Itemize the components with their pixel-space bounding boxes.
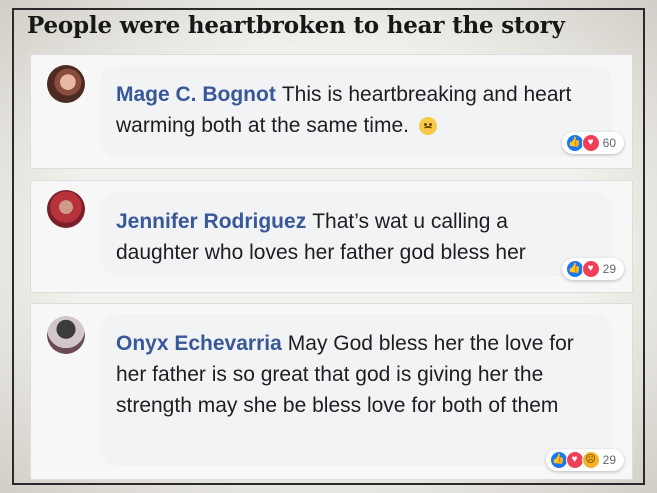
reaction-summary[interactable]: 👍 ♥ 60 [561,132,624,154]
reaction-count: 29 [602,262,616,276]
comment-card: Mage C. Bognot This is heartbreaking and … [30,54,633,169]
comment-bubble: Jennifer Rodriguez That’s wat u calling a… [100,192,612,276]
frame-border-bottom [12,483,645,485]
comment-bubble: Mage C. Bognot This is heartbreaking and … [100,65,612,157]
frame-border-right [643,10,645,483]
comment-author[interactable]: Mage C. Bognot [116,83,276,106]
comment-card: Onyx Echevarria May God bless her the lov… [30,303,633,480]
comment-text-block: Onyx Echevarria May God bless her the lov… [116,328,596,421]
reaction-summary[interactable]: 👍 ♥ 29 [561,258,624,280]
headline: People were heartbroken to hear the stor… [27,12,565,39]
sad-face-emoji-icon [418,117,437,136]
avatar[interactable] [47,190,85,228]
reaction-count: 60 [602,136,616,150]
like-reaction-icon: 👍 [549,451,568,469]
reaction-count: 29 [602,453,616,467]
frame-border-left [12,10,14,483]
like-reaction-icon: 👍 [565,260,584,278]
reaction-summary[interactable]: 👍 ♥ ☹ 29 [545,449,624,471]
love-reaction-icon: ♥ [565,451,584,469]
like-reaction-icon: 👍 [565,134,584,152]
comment-bubble: Onyx Echevarria May God bless her the lov… [100,314,612,466]
comment-card: Jennifer Rodriguez That’s wat u calling a… [30,180,633,293]
avatar[interactable] [47,316,85,354]
sad-reaction-icon: ☹ [581,451,600,469]
comment-text-block: Mage C. Bognot This is heartbreaking and … [116,79,596,141]
comment-author[interactable]: Onyx Echevarria [116,332,282,355]
comment-author[interactable]: Jennifer Rodriguez [116,210,306,233]
love-reaction-icon: ♥ [581,260,600,278]
frame-border-top [12,8,645,10]
comment-text-block: Jennifer Rodriguez That’s wat u calling a… [116,206,596,268]
love-reaction-icon: ♥ [581,134,600,152]
avatar[interactable] [47,65,85,103]
